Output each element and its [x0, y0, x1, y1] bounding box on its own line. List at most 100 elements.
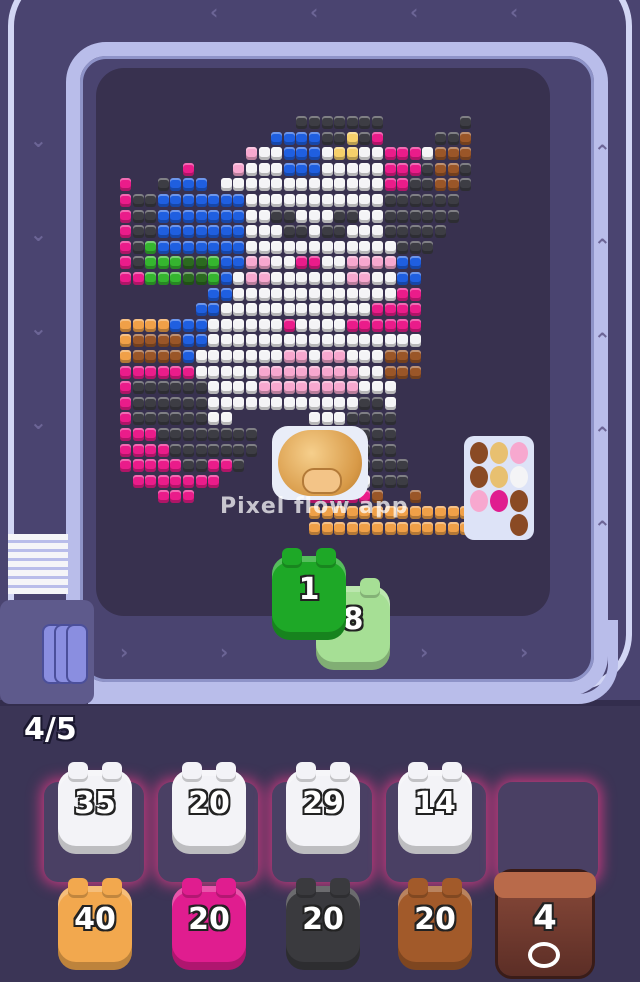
pixel-block [283, 240, 295, 254]
pixel-block [296, 131, 308, 145]
pixel-block [157, 396, 169, 410]
pixel-block [422, 209, 434, 223]
queued-pig[interactable]: 14 [398, 762, 472, 854]
waiting-pig[interactable]: 40 [58, 878, 132, 970]
pixel-block [170, 350, 182, 363]
pixel-block [258, 350, 270, 363]
pixel-block [208, 412, 220, 426]
pixel-block [334, 209, 346, 223]
pixel-block [120, 365, 131, 379]
pixel-block [170, 490, 182, 504]
pixel-block [346, 131, 358, 145]
pixel-block [359, 131, 371, 145]
pig-launcher[interactable] [0, 600, 94, 704]
pixel-block [258, 256, 270, 270]
pixel-block [183, 178, 194, 192]
pixel-block [409, 147, 421, 161]
pixel-block [170, 365, 182, 379]
pixel-block [384, 225, 396, 239]
pixel-block [321, 303, 333, 317]
pixel-block [384, 194, 396, 207]
pixel-block [120, 396, 131, 410]
pixel-block [372, 428, 383, 441]
pixel-block [145, 225, 157, 239]
pixel-block [157, 365, 169, 379]
pixel-block [296, 318, 308, 332]
pixel-block [283, 178, 295, 192]
pixel-block [372, 287, 383, 301]
pixel-block [384, 256, 396, 270]
pixel-block [409, 303, 421, 317]
pixel-block [372, 350, 383, 363]
pixel-block [309, 521, 320, 535]
pixel-block [283, 334, 295, 348]
pixel-block [220, 459, 232, 473]
waiting-pig[interactable]: 20 [398, 878, 472, 970]
pixel-block [409, 225, 421, 239]
pixel-block [296, 147, 308, 161]
pixel-block [372, 303, 383, 317]
pixel-block [271, 256, 283, 270]
pixel-block [132, 365, 144, 379]
pixel-block [120, 240, 131, 254]
waiting-pig[interactable]: 20 [286, 878, 360, 970]
pixel-block [283, 209, 295, 223]
pixel-block [132, 318, 144, 332]
pixel-block [258, 240, 270, 254]
pixel-block [157, 381, 169, 395]
pixel-block [384, 209, 396, 223]
pixel-block [321, 256, 333, 270]
pixel-block [334, 178, 346, 192]
pixel-block [157, 272, 169, 285]
pixel-block [397, 225, 409, 239]
pixel-block [258, 147, 270, 161]
pixel-block [157, 256, 169, 270]
pixel-block [220, 428, 232, 441]
pixel-block [409, 490, 421, 504]
pixel-block [296, 116, 308, 129]
queued-pig[interactable]: 29 [286, 762, 360, 854]
pixel-block [296, 225, 308, 239]
pixel-block [208, 287, 220, 301]
chevron-left-icon: ‹ [210, 0, 219, 24]
pixel-block [183, 443, 194, 457]
pig-ammo-count: 20 [414, 902, 456, 937]
pixel-block [183, 194, 194, 207]
pixel-block [435, 225, 446, 239]
pixel-block [296, 381, 308, 395]
pixel-block [145, 350, 157, 363]
pixel-block [271, 194, 283, 207]
pixel-block [346, 318, 358, 332]
pixel-block [384, 334, 396, 348]
pixel-block [208, 459, 220, 473]
pixel-block [208, 256, 220, 270]
pixel-block [346, 521, 358, 535]
queued-pig[interactable]: 20 [172, 762, 246, 854]
pixel-block [208, 209, 220, 223]
pixel-block [120, 272, 131, 285]
pixel-block [220, 225, 232, 239]
pixel-block [321, 162, 333, 176]
queued-pig[interactable]: 35 [58, 762, 132, 854]
pixel-block [372, 131, 383, 145]
conveyor-pig[interactable]: 1 [272, 548, 346, 640]
pixel-block [321, 240, 333, 254]
pixel-block [460, 178, 472, 192]
pixel-block [132, 474, 144, 488]
pig-nose-icon [528, 942, 560, 968]
pixel-block [334, 412, 346, 426]
pixel-block [208, 428, 220, 441]
pixel-block [132, 412, 144, 426]
pixel-block [283, 225, 295, 239]
pixel-block [309, 131, 320, 145]
pixel-block [409, 521, 421, 535]
pixel-block [258, 365, 270, 379]
pixel-block [183, 334, 194, 348]
locked-crate[interactable]: 4 [494, 872, 596, 976]
waiting-pig[interactable]: 20 [172, 878, 246, 970]
pixel-block [220, 287, 232, 301]
empty-queue-slot[interactable] [498, 782, 598, 882]
pixel-block [283, 147, 295, 161]
pixel-block [195, 381, 207, 395]
pixel-block [258, 272, 270, 285]
